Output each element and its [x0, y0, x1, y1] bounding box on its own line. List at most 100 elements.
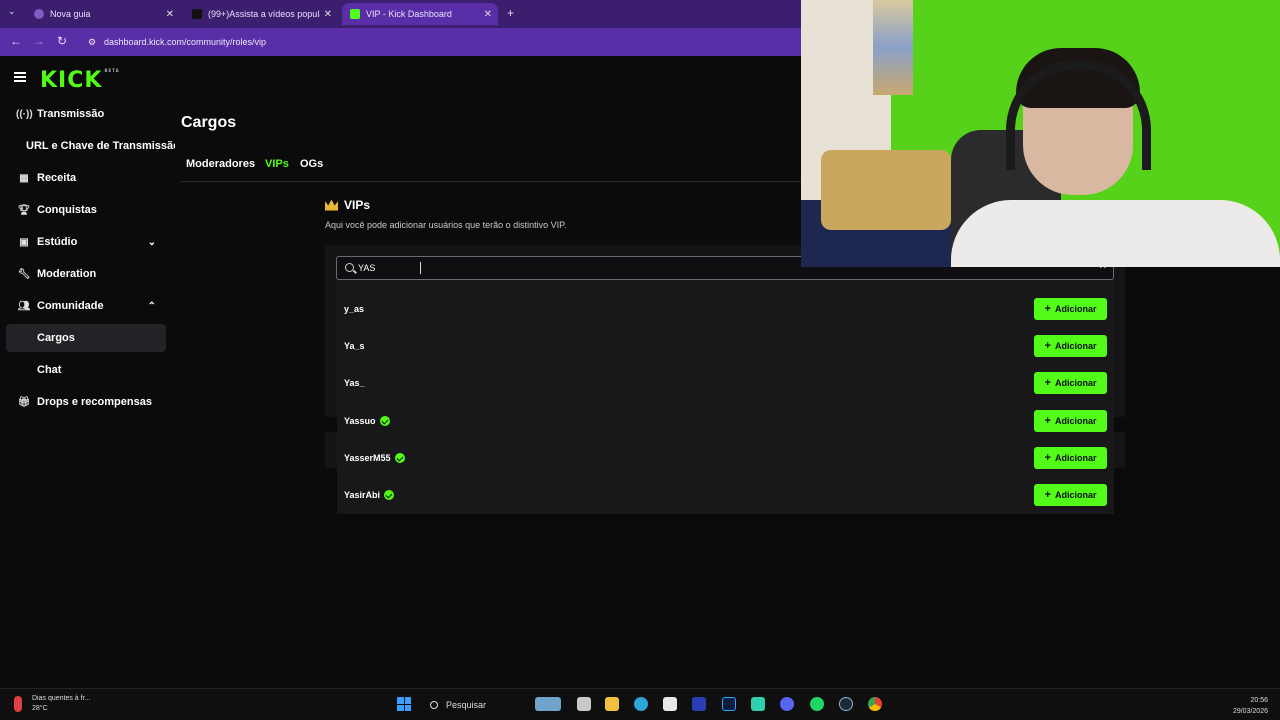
username: YasirAbi: [344, 490, 395, 500]
browser-tab-tiktok[interactable]: (99+)Assista a vídeos populares ✕: [184, 3, 338, 25]
sidebar-item-label: Cargos: [37, 332, 75, 344]
new-tab-icon[interactable]: +: [507, 6, 514, 20]
close-tab-icon[interactable]: ✕: [484, 9, 492, 20]
file-explorer-icon[interactable]: [605, 697, 619, 711]
widgets-icon[interactable]: [535, 697, 561, 711]
system-clock[interactable]: 20:56 29/03/2026: [1233, 695, 1268, 717]
tab-title: Nova guia: [50, 9, 91, 19]
add-vip-button[interactable]: + Adicionar: [1034, 372, 1107, 394]
sidebar-item-receita[interactable]: ▦ Receita: [6, 164, 166, 192]
list-item: Ya_s + Adicionar: [337, 328, 1114, 365]
sidebar-item-moderation[interactable]: 🔧︎ Moderation: [6, 260, 166, 288]
windows-start-icon[interactable]: [397, 697, 411, 711]
sidebar-item-label: Moderation: [37, 268, 97, 280]
tab-moderadores[interactable]: Moderadores: [186, 158, 255, 170]
add-vip-button[interactable]: + Adicionar: [1034, 335, 1107, 357]
task-view-icon[interactable]: [577, 697, 591, 711]
add-label: Adicionar: [1054, 416, 1097, 426]
sidebar-item-chat[interactable]: Chat: [6, 356, 166, 384]
add-vip-button[interactable]: + Adicionar: [1034, 484, 1107, 506]
vip-section-description: Aqui você pode adicionar usuários que te…: [325, 220, 567, 230]
tab-ogs[interactable]: OGs: [300, 158, 323, 170]
studio-icon: ▣: [19, 236, 29, 248]
close-tab-icon[interactable]: ✕: [166, 9, 174, 20]
add-label: Adicionar: [1054, 490, 1097, 500]
search-icon: [345, 263, 354, 272]
sidebar-item-conquistas[interactable]: 🏆︎ Conquistas: [6, 196, 166, 224]
edge-icon[interactable]: [634, 697, 648, 711]
username: Yassuo: [344, 416, 390, 426]
sidebar-item-label: Comunidade: [37, 300, 104, 312]
capcut-icon[interactable]: [751, 697, 765, 711]
revenue-icon: ▦: [19, 172, 29, 184]
weather-widget[interactable]: Dias quentes à fr... 28°C: [14, 694, 90, 714]
verified-badge-icon: [384, 490, 395, 500]
username: YasserM55: [344, 453, 405, 463]
weather-description: Dias quentes à fr...: [32, 695, 91, 702]
close-tab-icon[interactable]: ✕: [324, 9, 332, 20]
sidebar: KICK BETA ((·)) Transmissão URL e Chave d…: [0, 58, 175, 688]
add-label: Adicionar: [1054, 341, 1097, 351]
add-vip-button[interactable]: + Adicionar: [1034, 447, 1107, 469]
tab-title: (99+)Assista a vídeos populares: [208, 9, 320, 19]
chevron-down-icon: ⌄: [147, 236, 156, 248]
broadcast-icon: ((·)): [16, 108, 33, 120]
forward-icon[interactable]: →: [33, 34, 45, 48]
weather-temperature: 28°C: [32, 705, 48, 712]
spotify-icon[interactable]: [810, 697, 824, 711]
sidebar-item-label: URL e Chave de Transmissão: [26, 140, 175, 152]
webcam-overlay: [801, 0, 1280, 267]
logo-text: KICK: [40, 68, 103, 93]
taskbar-search[interactable]: Pesquisar: [422, 694, 522, 716]
sidebar-item-label: Conquistas: [37, 204, 97, 216]
list-item: YasserM55 + Adicionar: [337, 440, 1114, 477]
thermometer-icon: [14, 696, 22, 712]
url-field[interactable]: ⚙ dashboard.kick.com/community/roles/vip: [84, 32, 804, 52]
list-item: y_as + Adicionar: [337, 291, 1114, 328]
os-taskbar: Dias quentes à fr... 28°C Pesquisar 20:5…: [0, 688, 1280, 720]
sidebar-item-comunidade[interactable]: 👥︎ Comunidade ⌃: [6, 292, 166, 320]
add-vip-button[interactable]: + Adicionar: [1034, 410, 1107, 432]
username: y_as: [344, 304, 364, 314]
tab-list-icon[interactable]: ⌄: [8, 6, 16, 17]
plus-icon: +: [1044, 489, 1051, 501]
tab-vips[interactable]: VIPs: [265, 158, 289, 170]
kick-favicon-icon: [350, 9, 360, 19]
webcam-person-shirt: [951, 200, 1280, 267]
back-icon[interactable]: ←: [10, 34, 22, 48]
text-cursor-icon: [420, 262, 421, 274]
username-text: Yassuo: [344, 416, 376, 426]
reload-icon[interactable]: ↻: [57, 34, 67, 48]
add-vip-button[interactable]: + Adicionar: [1034, 298, 1107, 320]
list-item: Yas_ + Adicionar: [337, 365, 1114, 402]
browser-tab-kick[interactable]: VIP - Kick Dashboard ✕: [342, 3, 498, 25]
chrome-icon[interactable]: [868, 697, 882, 711]
photoshop-icon[interactable]: [722, 697, 736, 711]
sidebar-item-cargos[interactable]: Cargos: [6, 324, 166, 352]
site-info-icon[interactable]: ⚙: [88, 37, 96, 48]
vip-section-title: VIPs: [325, 198, 370, 212]
list-item: Yassuo + Adicionar: [337, 403, 1114, 440]
store-icon[interactable]: [663, 697, 677, 711]
username-text: Ya_s: [344, 341, 365, 351]
username: Yas_: [344, 378, 365, 388]
hamburger-menu-icon[interactable]: [14, 72, 26, 82]
plus-icon: +: [1044, 377, 1051, 389]
sidebar-item-estudio[interactable]: ▣ Estúdio ⌄: [6, 228, 166, 256]
username-text: YasserM55: [344, 453, 391, 463]
username: Ya_s: [344, 341, 365, 351]
sidebar-item-drops[interactable]: 🎁︎ Drops e recompensas: [6, 388, 166, 416]
clock-time: 20:56: [1250, 697, 1268, 704]
sidebar-item-transmissao[interactable]: ((·)) Transmissão: [6, 100, 166, 128]
plus-icon: +: [1044, 303, 1051, 315]
vegas-icon[interactable]: [692, 697, 706, 711]
sidebar-item-url-chave[interactable]: URL e Chave de Transmissão: [16, 132, 175, 160]
community-icon: 👥︎: [17, 300, 31, 312]
webcam-blanket: [821, 150, 951, 230]
steam-icon[interactable]: [839, 697, 853, 711]
discord-icon[interactable]: [780, 697, 794, 711]
webcam-poster: [873, 0, 913, 95]
crown-icon: [325, 199, 338, 211]
browser-tab-new[interactable]: Nova guia ✕: [26, 3, 180, 25]
kick-logo[interactable]: KICK BETA: [40, 68, 120, 93]
